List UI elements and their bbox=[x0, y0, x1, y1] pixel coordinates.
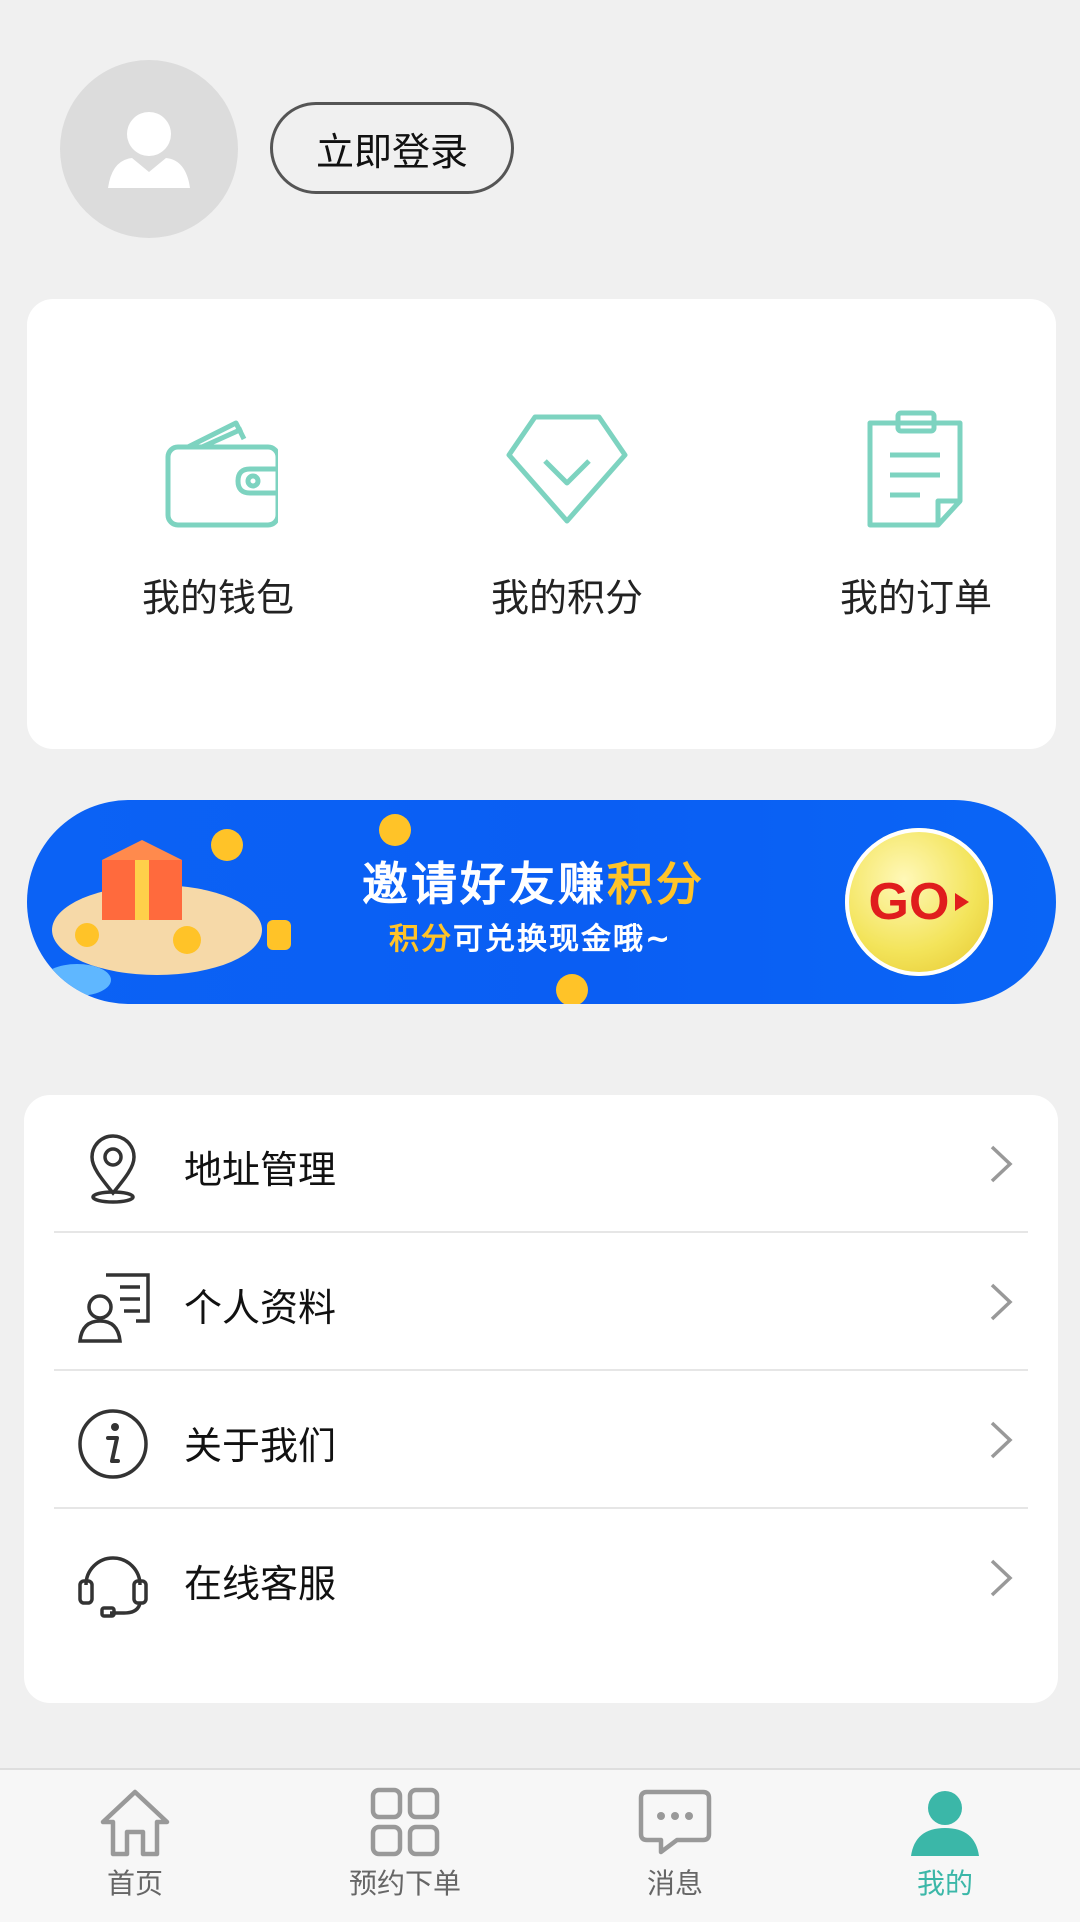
menu-item-address[interactable]: 地址管理 bbox=[54, 1095, 1028, 1233]
menu-item-label: 地址管理 bbox=[184, 1148, 337, 1192]
orders-label: 我的订单 bbox=[839, 576, 992, 620]
coin-icon bbox=[556, 974, 588, 1004]
menu-item-label: 个人资料 bbox=[184, 1286, 337, 1330]
clipboard-icon bbox=[867, 410, 963, 528]
user-placeholder-icon bbox=[108, 112, 190, 188]
menu-item-profile[interactable]: 个人资料 bbox=[54, 1233, 1028, 1371]
menu-item-label: 关于我们 bbox=[184, 1424, 337, 1468]
wallet-label: 我的钱包 bbox=[141, 576, 294, 620]
menu-item-label: 在线客服 bbox=[184, 1562, 337, 1606]
headset-icon bbox=[78, 1556, 148, 1618]
profile-card-icon bbox=[78, 1273, 150, 1343]
menu-card: 地址管理 个人资料 关于我们 在线客服 bbox=[24, 1095, 1058, 1703]
chevron-right-icon bbox=[990, 1145, 1013, 1183]
banner-subtitle: 积分可兑换现金哦~ bbox=[389, 922, 673, 957]
wallet-icon bbox=[165, 420, 278, 528]
person-icon bbox=[911, 1791, 979, 1856]
play-arrow-icon bbox=[955, 893, 970, 911]
tab-messages[interactable]: 消息 bbox=[575, 1784, 775, 1902]
grid-icon bbox=[370, 1787, 440, 1857]
avatar[interactable] bbox=[60, 60, 238, 238]
location-pin-icon bbox=[90, 1134, 136, 1204]
chevron-right-icon bbox=[990, 1283, 1013, 1321]
go-button[interactable]: GO bbox=[845, 828, 993, 976]
points-label: 我的积分 bbox=[490, 576, 643, 620]
tab-home[interactable]: 首页 bbox=[35, 1784, 235, 1902]
gift-illustration-icon bbox=[43, 829, 291, 996]
wallet-item[interactable]: 我的钱包 bbox=[68, 409, 368, 622]
bottom-tab-bar: 首页 预约下单 消息 我的 bbox=[0, 1768, 1080, 1922]
info-icon bbox=[78, 1409, 148, 1479]
chevron-right-icon bbox=[990, 1421, 1013, 1459]
chevron-right-icon bbox=[990, 1559, 1013, 1597]
login-button[interactable]: 立即登录 bbox=[270, 102, 514, 194]
banner-title: 邀请好友赚积分 bbox=[362, 857, 705, 911]
diamond-icon bbox=[506, 414, 628, 524]
orders-item[interactable]: 我的订单 bbox=[766, 409, 1066, 622]
quick-actions-card: 我的钱包 我的积分 我的订单 bbox=[27, 299, 1056, 749]
points-item[interactable]: 我的积分 bbox=[417, 409, 717, 622]
coin-icon bbox=[379, 814, 411, 846]
menu-item-support[interactable]: 在线客服 bbox=[54, 1509, 1028, 1647]
tab-mine[interactable]: 我的 bbox=[845, 1784, 1045, 1902]
invite-banner[interactable]: 邀请好友赚积分 积分可兑换现金哦~ GO bbox=[27, 800, 1056, 1004]
menu-item-about[interactable]: 关于我们 bbox=[54, 1371, 1028, 1509]
tab-booking[interactable]: 预约下单 bbox=[305, 1784, 505, 1902]
home-icon bbox=[100, 1789, 170, 1857]
chat-bubble-icon bbox=[638, 1789, 712, 1855]
